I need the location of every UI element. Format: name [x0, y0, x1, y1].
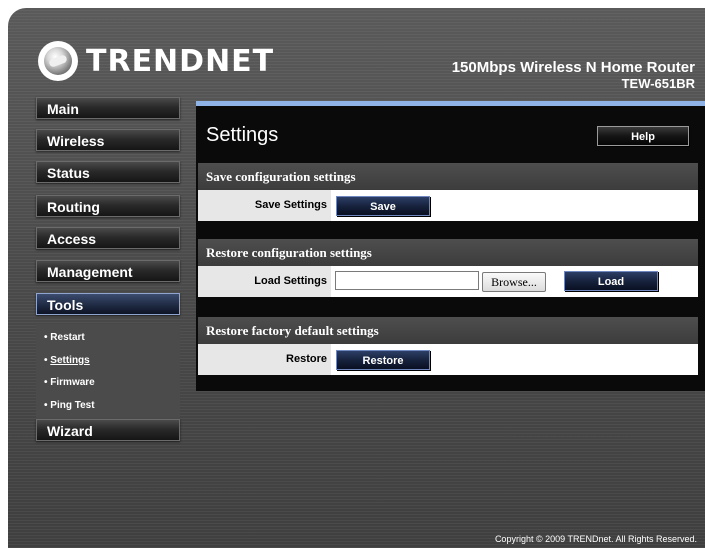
factory-default-heading: Restore factory default settings [198, 317, 698, 344]
submenu-item-restart[interactable]: • Restart [44, 332, 85, 343]
restore-button[interactable]: Restore [336, 350, 430, 370]
save-settings-row: Save Settings Save [198, 190, 698, 221]
restore-row: Restore Restore [198, 344, 698, 375]
submenu-label: Ping Test [50, 400, 95, 411]
sidebar-item-wizard[interactable]: Wizard [36, 419, 180, 441]
submenu-label: Settings [50, 355, 90, 366]
save-button[interactable]: Save [336, 196, 430, 216]
sidebar-item-tools[interactable]: Tools [36, 293, 180, 315]
brand-name: TRENDNET [86, 43, 275, 79]
submenu-label: Restart [50, 332, 85, 343]
copyright-text: Copyright © 2009 TRENDnet. All Rights Re… [494, 534, 697, 544]
settings-panel: Settings Help Save configuration setting… [196, 101, 705, 391]
restore-label: Restore [198, 344, 331, 375]
browse-button[interactable]: Browse... [482, 272, 546, 292]
sidebar-item-main[interactable]: Main [36, 97, 180, 119]
submenu-item-ping-test[interactable]: • Ping Test [44, 400, 95, 411]
restore-config-heading: Restore configuration settings [198, 239, 698, 266]
submenu-label: Firmware [50, 377, 95, 388]
load-settings-row: Load Settings Browse... Load [198, 266, 698, 297]
save-config-heading: Save configuration settings [198, 163, 698, 190]
trendnet-logo-icon [38, 41, 78, 81]
sidebar-item-routing[interactable]: Routing [36, 195, 180, 217]
submenu-item-firmware[interactable]: • Firmware [44, 377, 95, 388]
load-settings-label: Load Settings [198, 266, 331, 297]
product-name: 150Mbps Wireless N Home Router [451, 59, 695, 76]
router-frame: TRENDNET 150Mbps Wireless N Home Router … [8, 8, 705, 548]
product-model: TEW-651BR [621, 76, 695, 91]
product-info: 150Mbps Wireless N Home Router TEW-651BR [452, 60, 695, 92]
sidebar-item-access[interactable]: Access [36, 227, 180, 249]
sidebar-item-wireless[interactable]: Wireless [36, 129, 180, 151]
sidebar-item-management[interactable]: Management [36, 260, 180, 282]
sidebar-item-status[interactable]: Status [36, 161, 180, 183]
page-title: Settings [206, 124, 279, 146]
tools-submenu: • Restart • Settings • Firmware • Ping T… [36, 324, 180, 418]
trendnet-logo: TRENDNET [38, 38, 274, 84]
save-settings-label: Save Settings [198, 190, 331, 221]
config-file-input[interactable] [335, 271, 479, 290]
help-button[interactable]: Help [597, 126, 689, 146]
load-button[interactable]: Load [564, 271, 658, 291]
submenu-item-settings[interactable]: • Settings [44, 355, 90, 366]
